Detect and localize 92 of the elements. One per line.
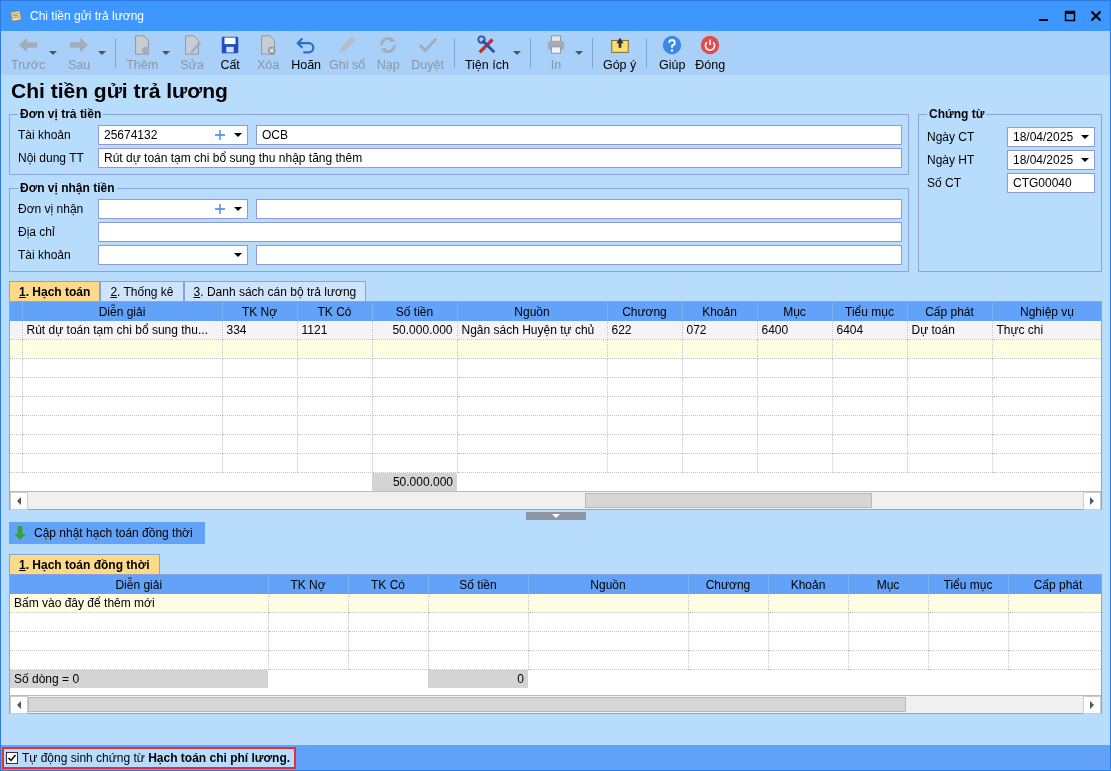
- total-value: Số dòng = 0: [14, 672, 80, 686]
- scroll-right-icon[interactable]: [1083, 695, 1101, 714]
- column-header[interactable]: Chương: [607, 302, 682, 321]
- table-cell: 622: [607, 321, 682, 340]
- table-cell: Thực chi: [992, 321, 1101, 340]
- column-header[interactable]: TK Có: [297, 302, 372, 321]
- column-header[interactable]: Nghiệp vụ: [992, 302, 1101, 321]
- toolbar-button[interactable]: Hoãn: [287, 34, 326, 72]
- table-cell: Dự toán: [907, 321, 992, 340]
- maximize-icon[interactable]: [1064, 10, 1076, 22]
- column-header[interactable]: Cấp phát: [1008, 575, 1101, 594]
- table-cell: 072: [682, 321, 757, 340]
- group-title: Đơn vị trả tiền: [19, 107, 103, 121]
- column-header[interactable]: Tiểu mục: [832, 302, 907, 321]
- auto-generate-checkbox[interactable]: Tự động sinh chứng từ Hạch toán chi phí lương.: [2, 746, 297, 769]
- scroll-right-icon[interactable]: [1083, 491, 1101, 510]
- dropdown-icon[interactable]: [234, 133, 242, 137]
- column-header[interactable]: Số tiền: [372, 302, 457, 321]
- column-header[interactable]: Số tiền: [428, 575, 528, 594]
- help-icon: [661, 34, 684, 56]
- tab[interactable]: 2. Thống kê: [100, 281, 184, 301]
- field-label: Nội dung TT: [18, 151, 85, 165]
- add-icon[interactable]: [215, 130, 225, 140]
- field-label: Tài khoản: [18, 128, 72, 142]
- horizontal-scrollbar[interactable]: [10, 695, 1101, 713]
- group-title: Đơn vị nhận tiền: [19, 181, 116, 195]
- dropdown-icon[interactable]: [1081, 135, 1089, 139]
- input-field[interactable]: [98, 222, 902, 242]
- dropdown-icon[interactable]: [1081, 158, 1089, 162]
- input-field[interactable]: [256, 245, 902, 265]
- column-header[interactable]: Cấp phát: [907, 302, 992, 321]
- column-header[interactable]: Diễn giải: [22, 302, 222, 321]
- input-field[interactable]: CTG00040: [1007, 173, 1095, 193]
- window-title: Chi tiền gửi trả lương: [30, 9, 144, 23]
- table-cell: Rút dự toán tạm chi bổ sung thu...: [22, 321, 222, 340]
- column-header[interactable]: Nguồn: [528, 575, 688, 594]
- scroll-left-icon[interactable]: [10, 491, 28, 510]
- table-cell: 334: [222, 321, 297, 340]
- tab[interactable]: 1. Hạch toán đồng thời: [9, 554, 160, 574]
- field-label: Tài khoản: [18, 248, 72, 262]
- input-field[interactable]: OCB: [256, 125, 902, 145]
- field-label: Đơn vị nhận: [18, 202, 85, 216]
- column-header[interactable]: Khoản: [768, 575, 848, 594]
- total-value: 50.000.000: [392, 475, 453, 489]
- dropdown-caret-icon[interactable]: [512, 51, 521, 55]
- input-field[interactable]: [256, 199, 902, 219]
- date-picker[interactable]: 18/04/2025: [1007, 127, 1095, 147]
- tools-icon: [475, 34, 498, 56]
- dropdown-icon[interactable]: [234, 253, 242, 257]
- app-icon: [9, 9, 23, 23]
- toolbar-button[interactable]: Góp ý: [598, 34, 641, 72]
- combo-box[interactable]: 25674132: [98, 125, 248, 145]
- column-header[interactable]: Mục: [757, 302, 832, 321]
- total-value: 0: [517, 672, 524, 686]
- close-icon[interactable]: [1090, 10, 1102, 22]
- horizontal-scrollbar[interactable]: [10, 491, 1101, 509]
- column-header[interactable]: Nguồn: [457, 302, 607, 321]
- add-icon[interactable]: [215, 204, 225, 214]
- toolbar-button[interactable]: Tiện ích: [460, 34, 513, 72]
- column-header[interactable]: TK Nợ: [222, 302, 297, 321]
- field-label: Ngày HT: [927, 153, 976, 167]
- field-label: Ngày CT: [927, 130, 976, 144]
- table-cell: Ngân sách Huyện tự chủ: [457, 321, 607, 340]
- toolbar-button[interactable]: Giúp: [653, 34, 692, 72]
- column-header[interactable]: TK Nợ: [268, 575, 348, 594]
- dropdown-icon[interactable]: [234, 207, 242, 211]
- column-header[interactable]: Mục: [848, 575, 928, 594]
- column-header[interactable]: TK Có: [348, 575, 428, 594]
- power-icon: [699, 34, 722, 56]
- checkbox[interactable]: [6, 751, 18, 764]
- update-button[interactable]: Cập nhật hạch toán đồng thời: [9, 522, 205, 544]
- tab[interactable]: 3. Danh sách cán bộ trả lương: [183, 281, 367, 301]
- field-label: Địa chỉ: [18, 225, 56, 239]
- form-heading: Chi tiền gửi trả lương: [10, 78, 229, 104]
- group-title: Chứng từ: [928, 107, 986, 121]
- scroll-left-icon[interactable]: [10, 695, 28, 714]
- date-picker[interactable]: 18/04/2025: [1007, 150, 1095, 170]
- column-header[interactable]: Tiểu mục: [928, 575, 1008, 594]
- toolbar-button[interactable]: Cất: [211, 34, 250, 72]
- tab[interactable]: 1. Hạch toán: [9, 281, 101, 301]
- table-cell: 50.000.000: [372, 321, 457, 340]
- table-cell: 6400: [757, 321, 832, 340]
- column-header[interactable]: Diễn giải: [10, 575, 268, 594]
- table-cell: 1121: [297, 321, 372, 340]
- down-arrow-icon: [12, 525, 28, 541]
- input-field[interactable]: Rút dự toán tạm chi bổ sung thu nhập tăng thêm: [98, 148, 902, 168]
- splitter-handle[interactable]: [525, 512, 586, 520]
- column-header[interactable]: Khoản: [682, 302, 757, 321]
- column-header[interactable]: Chương: [688, 575, 768, 594]
- table-cell: 6404: [832, 321, 907, 340]
- toolbar-button[interactable]: Đóng: [691, 34, 730, 72]
- field-label: Số CT: [927, 176, 962, 190]
